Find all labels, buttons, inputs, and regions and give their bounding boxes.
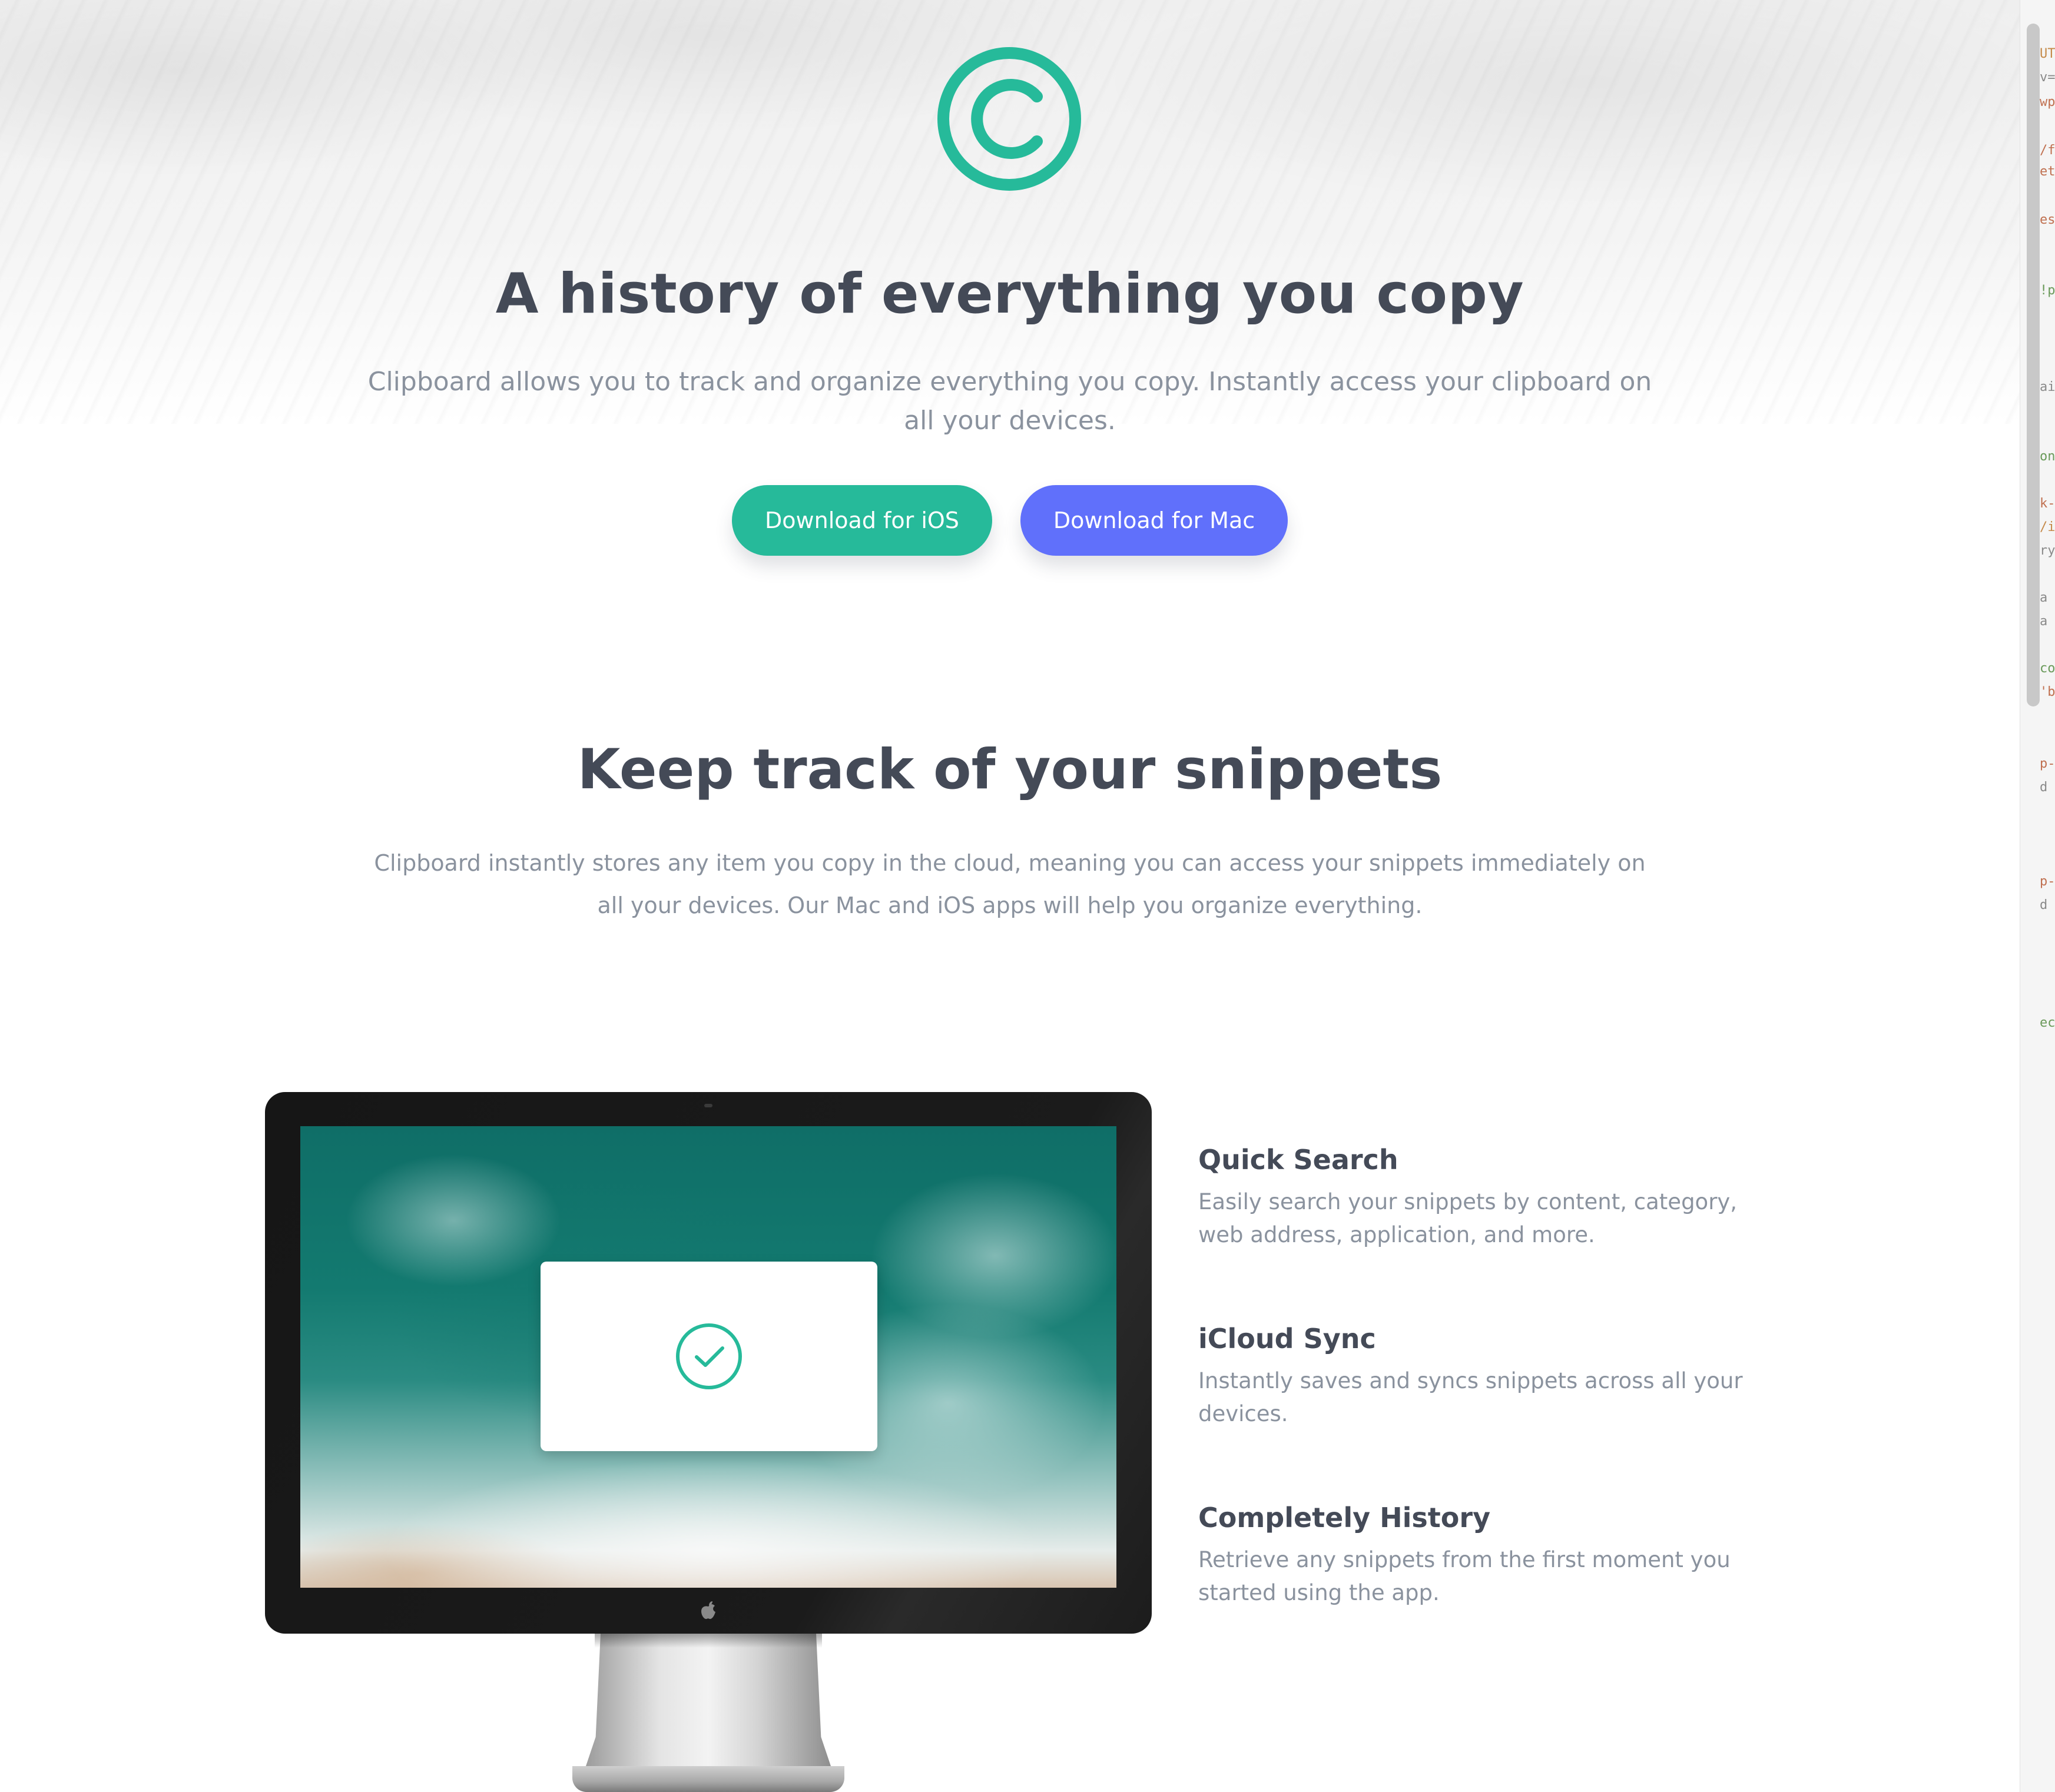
scrollbar-thumb[interactable]: [2027, 24, 2040, 706]
feature-text: Instantly saves and syncs snippets acros…: [1198, 1368, 1743, 1426]
download-ios-button[interactable]: Download for iOS: [732, 485, 992, 556]
devtools-fragment: ry: [2040, 543, 2055, 558]
snippets-title: Keep track of your snippets: [577, 738, 1443, 802]
feature-icloud-sync: iCloud Sync Instantly saves and syncs sn…: [1198, 1321, 1775, 1431]
devtools-fragment: v=: [2040, 70, 2055, 85]
checkmark-circle-icon: [676, 1323, 742, 1389]
feature-complete-history: Completely History Retrieve any snippets…: [1198, 1500, 1775, 1610]
devtools-fragment: on: [2040, 449, 2055, 464]
devtools-fragment: UT: [2040, 47, 2055, 61]
hero-description: Clipboard allows you to track and organi…: [367, 367, 1652, 436]
devtools-fragment: p-: [2040, 756, 2055, 771]
devtools-fragment: d: [2040, 898, 2048, 912]
devtools-fragment: a: [2040, 614, 2048, 629]
stand-shadow: [595, 1634, 822, 1648]
feature-text: Easily search your snippets by content, …: [1198, 1189, 1738, 1247]
devtools-fragment: !p: [2040, 283, 2055, 298]
snippets-description: Clipboard instantly stores any item you …: [374, 850, 1646, 918]
camera-icon: [704, 1104, 712, 1107]
devtools-fragment: es: [2040, 213, 2055, 227]
devtools-fragment: /i: [2040, 520, 2055, 535]
devtools-fragment: ec: [2040, 1016, 2055, 1030]
download-mac-button[interactable]: Download for Mac: [1020, 485, 1288, 556]
devtools-fragment: 'b: [2040, 685, 2055, 699]
devtools-fragment: k-: [2040, 496, 2055, 511]
apple-logo-icon: [701, 1601, 715, 1620]
copyright-logo-icon: [937, 47, 1081, 191]
hero-title: A history of everything you copy: [495, 262, 1524, 326]
devtools-fragment: p-: [2040, 874, 2055, 889]
monitor-bezel: [265, 1092, 1152, 1634]
success-dialog: [541, 1262, 877, 1451]
devtools-fragment: wp: [2040, 95, 2055, 109]
devtools-fragment: d: [2040, 780, 2048, 795]
monitor-stand: [586, 1634, 831, 1766]
devtools-fragment: a: [2040, 590, 2048, 605]
feature-text: Retrieve any snippets from the first mom…: [1198, 1547, 1731, 1605]
feature-title: Quick Search: [1198, 1144, 1398, 1176]
devtools-fragment: et: [2040, 164, 2055, 179]
monitor-base: [572, 1766, 844, 1792]
computer-illustration: [265, 1092, 1152, 1792]
feature-title: Completely History: [1198, 1502, 1491, 1534]
devtools-fragment: co: [2040, 661, 2055, 676]
devtools-fragment: /f: [2040, 143, 2055, 158]
feature-title: iCloud Sync: [1198, 1323, 1376, 1355]
feature-quick-search: Quick Search Easily search your snippets…: [1198, 1142, 1775, 1252]
monitor-screen: [300, 1126, 1116, 1588]
devtools-fragment: ai: [2040, 380, 2055, 394]
